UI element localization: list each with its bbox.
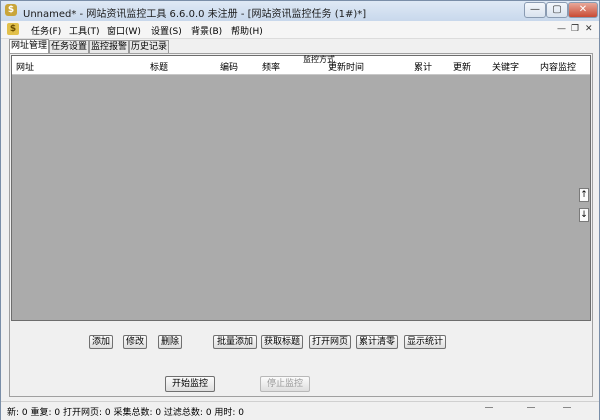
title-bar[interactable]: $ Unnamed* - 网站资讯监控工具 6.6.0.0 未注册 - [网站资… — [1, 1, 599, 21]
menu-bar: $ 任务(F) 工具(T) 窗口(W) 设置(S) 背景(B) 帮助(H) — … — [1, 21, 599, 39]
move-down-icon[interactable]: ↓ — [579, 208, 589, 222]
col-url[interactable]: 网址 — [16, 60, 34, 73]
maximize-icon[interactable]: ▢ — [546, 2, 568, 18]
minimize-icon[interactable]: — — [524, 2, 546, 18]
menu-help[interactable]: 帮助(H) — [231, 24, 263, 37]
get-title-button[interactable]: 获取标题 — [261, 335, 303, 349]
col-update-time[interactable]: 更新时间 — [328, 60, 364, 73]
child-restore-icon[interactable]: ❐ — [571, 24, 579, 34]
status-divider — [527, 407, 535, 408]
main-window: $ Unnamed* - 网站资讯监控工具 6.6.0.0 未注册 - [网站资… — [0, 0, 600, 420]
stop-monitor-button[interactable]: 停止监控 — [260, 376, 310, 392]
delete-button[interactable]: 删除 — [158, 335, 182, 349]
status-bar: 新: 0 重复: 0 打开网页: 0 采集总数: 0 过滤总数: 0 用时: 0 — [1, 401, 599, 420]
status-divider — [563, 407, 571, 408]
url-grid[interactable]: 网址 标题 编码 频率 监控方式 更新时间 累计 更新 关键字 内容监控 — [11, 55, 591, 321]
window-title: Unnamed* - 网站资讯监控工具 6.6.0.0 未注册 - [网站资讯监… — [23, 9, 367, 20]
clear-count-button[interactable]: 累计清零 — [356, 335, 398, 349]
child-minimize-icon[interactable]: — — [557, 24, 566, 34]
move-up-icon[interactable]: ↑ — [579, 188, 589, 202]
col-frequency[interactable]: 频率 — [262, 60, 280, 73]
app-icon: $ — [5, 4, 17, 16]
col-keyword[interactable]: 关键字 — [492, 60, 519, 73]
show-stats-button[interactable]: 显示统计 — [404, 335, 446, 349]
status-divider — [485, 407, 493, 408]
add-button[interactable]: 添加 — [89, 335, 113, 349]
menu-task[interactable]: 任务(F) — [31, 24, 61, 37]
menu-window[interactable]: 窗口(W) — [107, 24, 141, 37]
open-page-button[interactable]: 打开网页 — [309, 335, 351, 349]
menu-tools[interactable]: 工具(T) — [69, 24, 100, 37]
menu-settings[interactable]: 设置(S) — [151, 24, 182, 37]
col-update[interactable]: 更新 — [453, 60, 471, 73]
document-icon[interactable]: $ — [7, 23, 19, 35]
tab-monitor-alarm[interactable]: 监控报警 — [89, 40, 129, 53]
col-cumulative[interactable]: 累计 — [414, 60, 432, 73]
col-encoding[interactable]: 编码 — [220, 60, 238, 73]
col-title[interactable]: 标题 — [150, 60, 168, 73]
tab-url-management[interactable]: 网址管理 — [9, 39, 49, 53]
start-monitor-button[interactable]: 开始监控 — [165, 376, 215, 392]
child-close-icon[interactable]: ✕ — [585, 24, 593, 34]
col-content-monitor[interactable]: 内容监控 — [540, 60, 576, 73]
batch-add-button[interactable]: 批量添加 — [213, 335, 257, 349]
close-icon[interactable]: ✕ — [568, 2, 598, 18]
menu-background[interactable]: 背景(B) — [191, 24, 222, 37]
status-text: 新: 0 重复: 0 打开网页: 0 采集总数: 0 过滤总数: 0 用时: 0 — [7, 408, 245, 418]
col-monitor-mode[interactable]: 监控方式 — [303, 56, 335, 64]
edit-button[interactable]: 修改 — [123, 335, 147, 349]
grid-header: 网址 标题 编码 频率 监控方式 更新时间 累计 更新 关键字 内容监控 — [12, 56, 590, 75]
tab-history[interactable]: 历史记录 — [129, 40, 169, 53]
tab-task-settings[interactable]: 任务设置 — [49, 40, 89, 53]
